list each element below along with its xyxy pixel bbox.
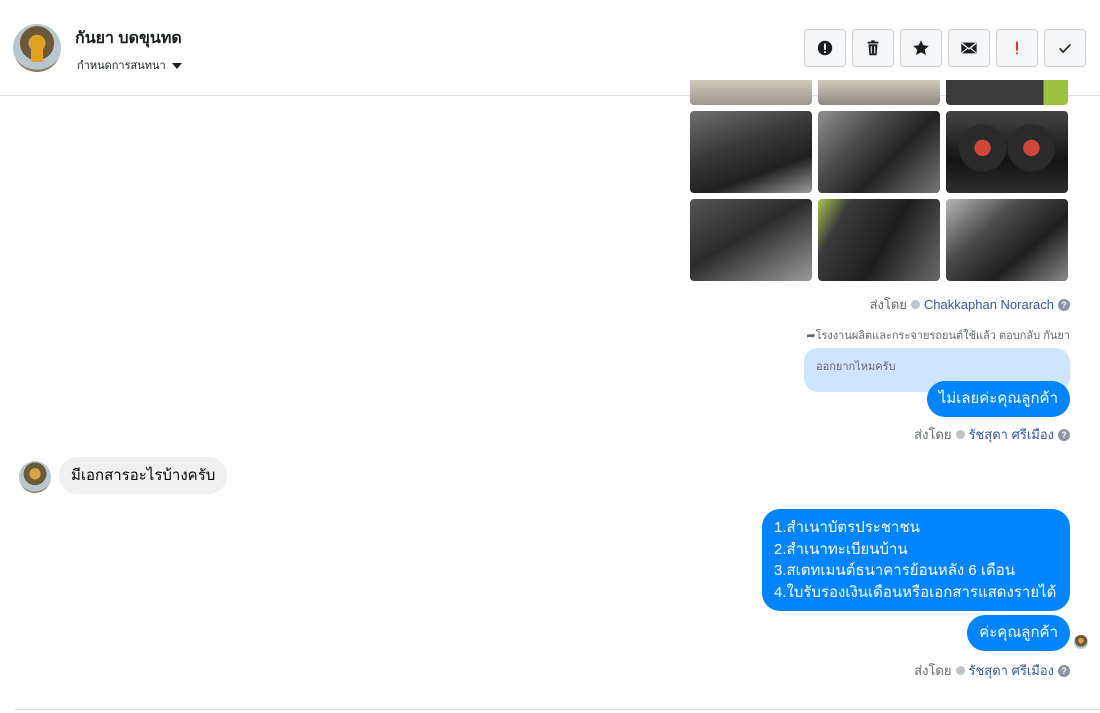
delete-button[interactable]: [852, 29, 894, 67]
envelope-icon: [961, 42, 977, 54]
list-item: 1.สำเนาบัตรประชาชน: [774, 519, 920, 536]
alert-circle-icon: [817, 40, 833, 56]
sender-name[interactable]: รัชสุดา ศรีเมือง: [969, 424, 1055, 445]
list-item: 2.สำเนาทะเบียนบ้าน: [774, 540, 908, 558]
header-actions: [804, 29, 1086, 67]
car-photo[interactable]: [946, 199, 1068, 281]
sent-by-prefix: ส่งโดย: [869, 297, 907, 312]
car-photo[interactable]: [946, 111, 1068, 193]
star-button[interactable]: [900, 29, 942, 67]
message-text: มีเอกสารอะไรบ้างครับ: [71, 467, 216, 484]
follow-up-button[interactable]: [996, 29, 1038, 67]
sent-by-info: ส่งโดย รัชสุดา ศรีเมือง ?: [914, 660, 1070, 681]
message-text: ไม่เลยค่ะคุณลูกค้า: [938, 390, 1058, 407]
conversation-label-dropdown[interactable]: กำหนดการสนทนา: [77, 56, 182, 74]
car-photo[interactable]: [690, 199, 812, 281]
quoted-text: ออกยากไหมครับ: [816, 361, 896, 373]
message-text: ค่ะคุณลูกค้า: [979, 624, 1058, 641]
conversation-label-text: กำหนดการสนทนา: [77, 60, 166, 72]
help-icon[interactable]: ?: [1058, 664, 1070, 677]
reply-arrow-icon: ➦: [806, 330, 816, 342]
outgoing-message[interactable]: ไม่เลยค่ะคุณลูกค้า: [926, 381, 1070, 417]
outgoing-message-list[interactable]: 1.สำเนาบัตรประชาชน 2.สำเนาทะเบียนบ้าน 3.…: [762, 509, 1070, 611]
list-item: 4.ใบรับรองเงินเดือนหรือเอกสารแสดงรายได้: [774, 583, 1057, 601]
car-photo[interactable]: [818, 199, 940, 281]
composer-divider: [15, 709, 1100, 710]
spam-button[interactable]: [804, 29, 846, 67]
sender-name[interactable]: Chakkaphan Norarach: [924, 297, 1054, 312]
sent-by-info: ส่งโดย Chakkaphan Norarach ?: [870, 294, 1070, 315]
exclamation-icon: [1016, 41, 1018, 55]
check-icon: [1059, 43, 1071, 54]
help-icon[interactable]: ?: [1058, 428, 1070, 441]
verified-dot-icon: [955, 666, 965, 675]
mark-unread-button[interactable]: [948, 29, 990, 67]
help-icon[interactable]: ?: [1058, 298, 1070, 311]
done-button[interactable]: [1044, 29, 1086, 67]
reply-context-text: โรงงานผลิตและกระจายรถยนต์ใช้แล้ว ตอบกลับ…: [815, 330, 1070, 342]
sent-by-info: ส่งโดย รัชสุดา ศรีเมือง ?: [914, 424, 1070, 445]
star-icon: [913, 40, 929, 56]
car-photo[interactable]: [946, 80, 1068, 105]
contact-name[interactable]: กันยา บดขุนทด: [75, 26, 182, 51]
sent-by-prefix: ส่งโดย: [914, 663, 952, 678]
car-photo[interactable]: [690, 111, 812, 193]
car-photo[interactable]: [818, 80, 940, 105]
contact-avatar[interactable]: [13, 24, 61, 72]
seen-avatar-icon: [1074, 635, 1088, 649]
sender-name[interactable]: รัชสุดา ศรีเมือง: [969, 660, 1055, 681]
reply-context: ➦โรงงานผลิตและกระจายรถยนต์ใช้แล้ว ตอบกลั…: [806, 326, 1070, 344]
list-item: 3.สเตทเมนต์ธนาคารย้อนหลัง 6 เดือน: [774, 562, 1016, 579]
incoming-message[interactable]: มีเอกสารอะไรบ้างครับ: [59, 457, 228, 494]
car-photo[interactable]: [690, 80, 812, 105]
sent-by-prefix: ส่งโดย: [914, 427, 952, 442]
trash-icon: [867, 40, 879, 56]
verified-dot-icon: [910, 300, 920, 309]
caret-down-icon: [171, 62, 182, 69]
car-photo[interactable]: [818, 111, 940, 193]
outgoing-message[interactable]: ค่ะคุณลูกค้า: [967, 615, 1070, 651]
contact-avatar-small[interactable]: [19, 461, 51, 493]
verified-dot-icon: [955, 430, 965, 439]
